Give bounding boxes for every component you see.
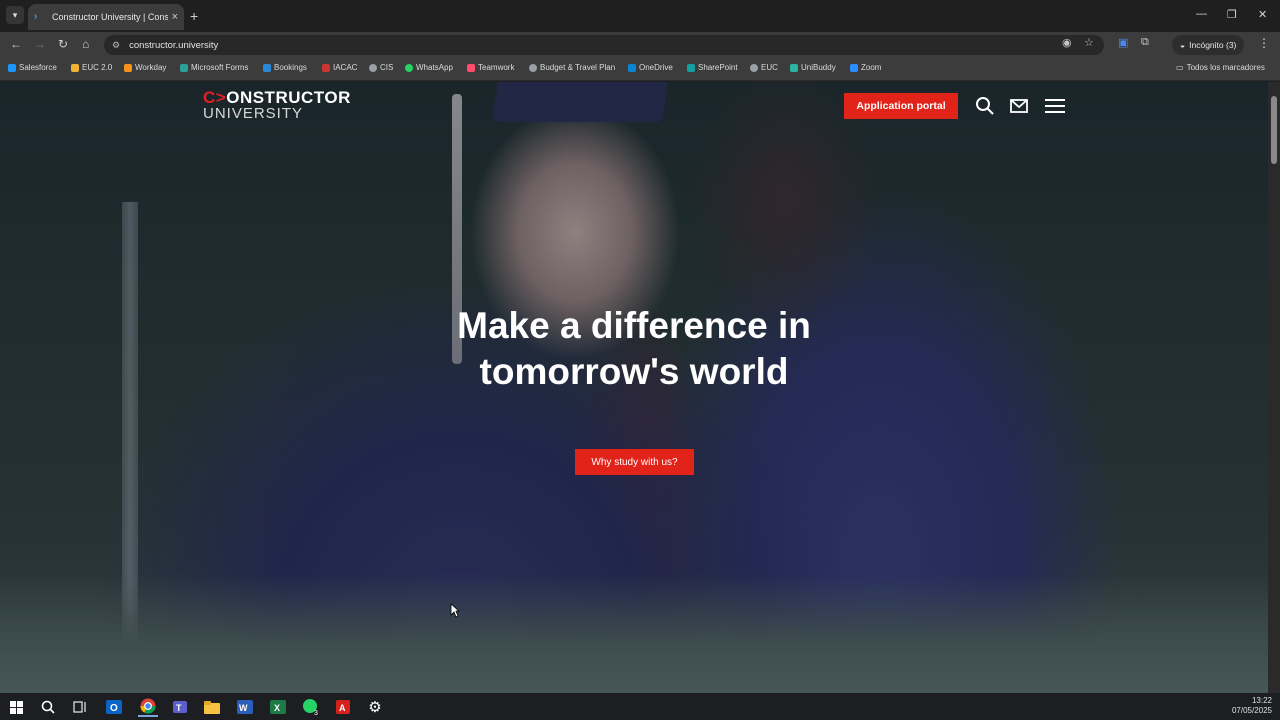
hero-title: Make a difference in tomorrow's world (0, 303, 1268, 395)
svg-text:T: T (176, 703, 182, 713)
address-bar[interactable]: ⚙ constructor.university (104, 35, 1104, 55)
bookmark-cis[interactable]: CIS (369, 63, 393, 72)
forms-icon (180, 63, 188, 72)
browser-menu-icon[interactable]: ⋮ (1258, 36, 1270, 50)
mail-icon[interactable] (1009, 96, 1029, 116)
home-icon[interactable]: ⌂ (82, 37, 89, 51)
euc-icon (71, 63, 79, 72)
constructor-university-logo[interactable]: C>ONSTRUCTOR UNIVERSITY (203, 89, 351, 122)
globe-icon (369, 63, 377, 72)
constructor-favicon-icon: › (34, 11, 38, 22)
browser-toolbar: ← → ↻ ⌂ ⚙ constructor.university ◉ ☆ ▣ ⧉… (0, 32, 1280, 58)
teams-icon[interactable]: T (170, 697, 190, 717)
why-study-button[interactable]: Why study with us? (575, 449, 694, 475)
incognito-icon: ◒ (1180, 40, 1186, 50)
globe-icon (529, 63, 537, 72)
whatsapp-taskbar-icon[interactable]: 3 (301, 697, 321, 717)
bookmark-microsoft-forms[interactable]: Microsoft Forms (180, 63, 248, 72)
zoom-icon (850, 63, 858, 72)
tab-title: Constructor University | Constr (52, 12, 168, 22)
word-icon[interactable]: W (235, 697, 255, 717)
sharepoint-icon (687, 63, 695, 72)
workday-icon (124, 63, 132, 72)
bookmark-workday[interactable]: Workday (124, 63, 166, 72)
restore-button[interactable]: ❐ (1227, 8, 1237, 21)
url-text[interactable]: constructor.university (129, 40, 218, 51)
site-info-icon[interactable]: ⚙ (112, 40, 120, 51)
bookmark-euc2[interactable]: EUC 2.0 (71, 63, 112, 72)
search-icon[interactable] (975, 96, 995, 116)
bookmark-budget-travel[interactable]: Budget & Travel Plan (529, 63, 615, 72)
system-clock[interactable]: 13:22 07/05/2025 (1232, 696, 1272, 716)
extensions-puzzle-icon[interactable]: ⧉ (1141, 36, 1149, 49)
close-window-button[interactable]: ✕ (1258, 8, 1267, 21)
minimize-button[interactable]: — (1196, 8, 1207, 20)
hamburger-menu-icon[interactable] (1044, 96, 1066, 116)
unibuddy-icon (790, 63, 798, 72)
bookmark-euc[interactable]: EUC (750, 63, 778, 72)
logo-subtitle: UNIVERSITY (203, 105, 304, 122)
bookmark-whatsapp[interactable]: WhatsApp (405, 63, 453, 72)
scrollbar-thumb[interactable] (1271, 96, 1277, 164)
bookmark-star-icon[interactable]: ☆ (1084, 36, 1094, 49)
incognito-label: Incógnito (3) (1189, 40, 1237, 50)
hero-title-line-1: Make a difference in (457, 305, 811, 346)
globe-icon (750, 63, 758, 72)
bookmark-sharepoint[interactable]: SharePoint (687, 63, 738, 72)
teamwork-icon (467, 63, 475, 72)
all-bookmarks-folder[interactable]: ▭ Todos los marcadores (1176, 63, 1265, 72)
windows-start-icon[interactable] (6, 697, 26, 717)
bookmark-bookings[interactable]: Bookings (263, 63, 307, 72)
svg-text:W: W (239, 703, 248, 713)
salesforce-icon (8, 63, 16, 72)
chrome-icon[interactable] (138, 697, 158, 717)
tab-strip: ▾ › Constructor University | Constr × + … (0, 0, 1280, 32)
clock-date: 07/05/2025 (1231, 706, 1272, 715)
page-scrollbar[interactable] (1268, 82, 1280, 693)
onedrive-icon (628, 63, 636, 72)
outlook-icon[interactable]: O (104, 697, 124, 717)
taskbar-search-icon[interactable] (38, 697, 58, 717)
new-tab-button[interactable]: + (190, 8, 198, 24)
file-explorer-icon[interactable] (202, 697, 222, 717)
svg-text:O: O (110, 703, 118, 714)
browser-tab-active[interactable]: › Constructor University | Constr × (28, 4, 184, 30)
incognito-indicator[interactable]: ◒ Incógnito (3) (1172, 35, 1245, 55)
extension-translate-icon[interactable]: ▣ (1118, 36, 1128, 49)
mouse-cursor-icon (450, 603, 460, 618)
reload-icon[interactable]: ↻ (58, 37, 68, 51)
eye-off-icon[interactable]: ◉ (1062, 36, 1072, 49)
task-view-icon[interactable] (70, 697, 90, 717)
folder-icon: ▭ (1176, 63, 1184, 72)
svg-text:A: A (339, 703, 346, 713)
whatsapp-badge: 3 (314, 710, 318, 716)
back-arrow-icon[interactable]: ← (10, 37, 22, 51)
hero-title-line-2: tomorrow's world (479, 351, 789, 392)
bookings-icon (263, 63, 271, 72)
settings-gear-icon[interactable]: ⚙ (365, 697, 385, 717)
bookmark-teamwork[interactable]: Teamwork (467, 63, 514, 72)
logo-wordmark: C>ONSTRUCTOR (203, 89, 351, 106)
acrobat-icon[interactable]: A (333, 697, 353, 717)
application-portal-button[interactable]: Application portal (844, 93, 958, 119)
whatsapp-icon (405, 63, 413, 72)
bookmarks-bar: Salesforce EUC 2.0 Workday Microsoft For… (0, 58, 1280, 81)
iacac-icon (322, 63, 330, 72)
tab-close-icon[interactable]: × (172, 11, 178, 23)
windows-taskbar: O T W X 3 A ⚙ 13:22 07/05/2025 (0, 693, 1280, 720)
tab-search-button[interactable]: ▾ (6, 6, 24, 24)
clock-time: 13:22 (1251, 696, 1272, 705)
bookmark-salesforce[interactable]: Salesforce (8, 63, 57, 72)
bookmark-onedrive[interactable]: OneDrive (628, 63, 673, 72)
bookmark-zoom[interactable]: Zoom (850, 63, 881, 72)
bookmark-unibuddy[interactable]: UniBuddy (790, 63, 836, 72)
svg-text:X: X (274, 703, 280, 713)
bookmark-iacac[interactable]: IACAC (322, 63, 357, 72)
forward-arrow-icon[interactable]: → (34, 37, 46, 51)
excel-icon[interactable]: X (268, 697, 288, 717)
